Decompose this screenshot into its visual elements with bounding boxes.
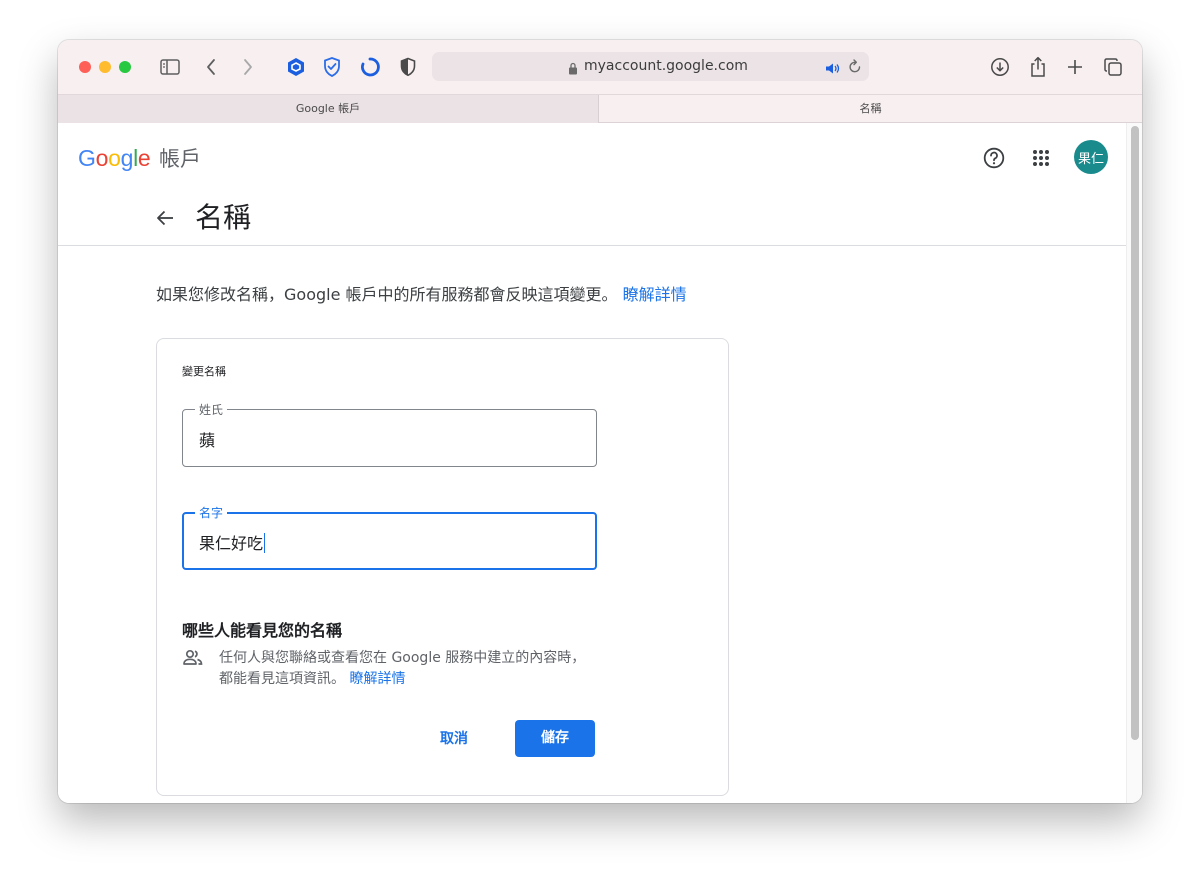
loading-spinner-icon[interactable] — [357, 54, 383, 80]
minimize-window-button[interactable] — [99, 61, 111, 73]
url-text: myaccount.google.com — [584, 58, 748, 74]
lock-icon — [568, 60, 578, 79]
downloads-icon[interactable] — [987, 54, 1013, 80]
close-window-button[interactable] — [79, 61, 91, 73]
tab-bar: Google 帳戶 名稱 — [58, 94, 1142, 123]
page-content: Google 帳戶 果仁 名稱 如果您修改名稱，Google 帳戶中的所有服務都… — [58, 123, 1142, 803]
cancel-button[interactable]: 取消 — [423, 721, 485, 757]
intro-text: 如果您修改名稱，Google 帳戶中的所有服務都會反映這項變更。 瞭解詳情 — [156, 281, 687, 305]
tab-google-account[interactable]: Google 帳戶 — [58, 95, 599, 123]
shield-check-icon[interactable] — [319, 54, 345, 80]
scrollbar-thumb[interactable] — [1131, 126, 1139, 740]
last-name-value[interactable]: 蘋 — [199, 427, 215, 451]
privacy-shield-icon[interactable] — [395, 54, 421, 80]
tab-name[interactable]: 名稱 — [599, 95, 1142, 123]
browser-toolbar: myaccount.google.com — [58, 40, 1142, 94]
apps-grid-icon[interactable] — [1026, 143, 1056, 173]
back-nav-icon[interactable] — [198, 54, 224, 80]
zoom-window-button[interactable] — [119, 61, 131, 73]
address-bar[interactable]: myaccount.google.com — [432, 52, 869, 81]
extension-hexagon-icon[interactable] — [283, 54, 309, 80]
forward-nav-icon[interactable] — [235, 54, 261, 80]
card-title: 變更名稱 — [182, 365, 226, 378]
reload-icon[interactable] — [848, 59, 862, 78]
learn-more-link[interactable]: 瞭解詳情 — [623, 285, 687, 304]
visibility-text: 任何人與您聯絡或查看您在 Google 服務中建立的內容時，都能看見這項資訊。 … — [219, 648, 589, 690]
product-name[interactable]: 帳戶 — [159, 143, 201, 173]
last-name-field[interactable]: 姓氏 蘋 — [182, 401, 597, 467]
share-icon[interactable] — [1025, 54, 1051, 80]
avatar[interactable]: 果仁 — [1074, 140, 1108, 174]
browser-window: myaccount.google.com Google 帳戶 名稱 Google… — [58, 40, 1142, 803]
last-name-label: 姓氏 — [195, 401, 228, 418]
google-logo[interactable]: Google — [78, 145, 151, 172]
people-icon — [182, 647, 204, 669]
change-name-card: 變更名稱 姓氏 蘋 名字 果仁好吃 哪些人能看見您的名稱 任何人與您聯絡或查看您… — [156, 338, 729, 796]
tab-overview-icon[interactable] — [1100, 54, 1126, 80]
visibility-title: 哪些人能看見您的名稱 — [182, 621, 343, 640]
audio-playing-icon[interactable] — [825, 60, 841, 79]
back-arrow-icon[interactable] — [150, 203, 180, 233]
header-divider — [58, 245, 1126, 246]
visibility-learn-more-link[interactable]: 瞭解詳情 — [349, 671, 405, 687]
first-name-value: 果仁好吃 — [199, 534, 264, 553]
sidebar-toggle-icon[interactable] — [157, 54, 183, 80]
text-caret — [264, 533, 266, 553]
intro-sentence: 如果您修改名稱，Google 帳戶中的所有服務都會反映這項變更。 — [156, 285, 618, 304]
save-button[interactable]: 儲存 — [515, 720, 595, 757]
help-icon[interactable] — [979, 143, 1009, 173]
page-title: 名稱 — [195, 201, 252, 234]
first-name-label: 名字 — [195, 504, 228, 521]
first-name-field[interactable]: 名字 果仁好吃 — [182, 504, 597, 570]
scrollbar-track[interactable] — [1126, 123, 1142, 803]
new-tab-icon[interactable] — [1062, 54, 1088, 80]
first-name-input[interactable]: 果仁好吃 — [199, 530, 266, 554]
